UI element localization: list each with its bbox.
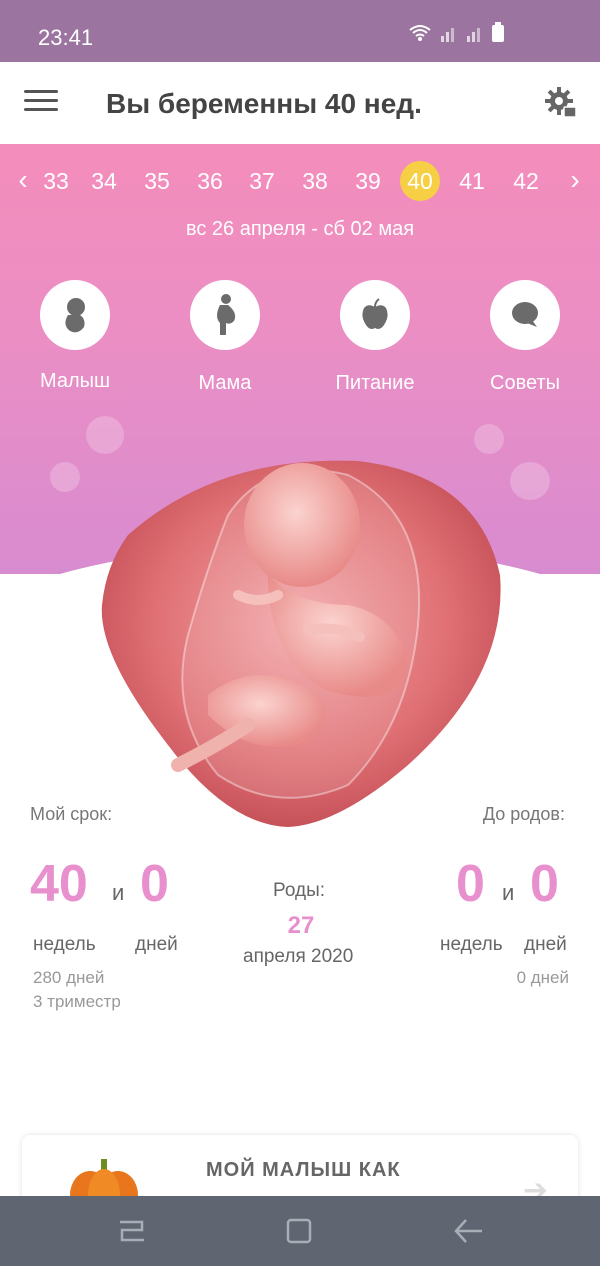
birth-month-year: апреля 2020 — [243, 946, 354, 967]
remaining-title: До родов: — [482, 804, 565, 824]
back-button[interactable] — [448, 1216, 488, 1246]
decorative-bubble — [86, 416, 124, 454]
page-title: Вы беременны 40 нед. — [106, 88, 422, 119]
battery-icon — [492, 22, 504, 42]
term-weeks-value: 40 — [30, 855, 88, 913]
gear-icon — [545, 87, 577, 118]
baby-icon — [65, 298, 85, 333]
system-nav-bar — [0, 1196, 600, 1266]
week-item[interactable]: 36 — [190, 164, 230, 200]
fetus-illustration — [98, 455, 504, 827]
term-days-value: 0 — [140, 855, 169, 913]
home-icon — [286, 1218, 312, 1244]
decorative-bubble — [510, 462, 550, 500]
term-total-days: 280 дней — [33, 968, 105, 987]
back-icon — [454, 1219, 482, 1243]
week-item[interactable]: 38 — [295, 164, 335, 200]
recent-apps-button[interactable] — [112, 1216, 152, 1246]
menu-icon — [24, 90, 58, 93]
feature-baby-button[interactable]: Малыш — [20, 280, 130, 393]
week-item[interactable]: 37 — [242, 164, 282, 200]
remaining-total-days: 0 дней — [516, 968, 569, 987]
status-time: 23:41 — [38, 25, 94, 50]
week-selector: ‹ 33 34 35 36 37 38 39 40 41 42 › — [0, 161, 600, 201]
speech-bubble-icon — [512, 302, 538, 327]
recent-apps-icon — [120, 1220, 144, 1242]
week-date-range: вс 26 апреля - сб 02 мая — [185, 218, 415, 240]
decorative-bubble — [474, 424, 504, 454]
pregnant-woman-icon — [217, 294, 236, 335]
feature-baby-label: Малыш — [39, 370, 111, 392]
decorative-bubble — [50, 462, 80, 492]
feature-nutrition-label: Питание — [335, 372, 415, 394]
week-item[interactable]: 39 — [348, 164, 388, 200]
home-button[interactable] — [280, 1216, 320, 1246]
app-bar: Вы беременны 40 нед. — [0, 62, 600, 144]
status-bar: 23:41 — [0, 0, 600, 62]
term-and: и — [112, 880, 125, 905]
feature-tips-label: Советы — [490, 372, 560, 394]
birth-day-value: 27 — [287, 912, 315, 939]
chevron-left-icon[interactable]: ‹ — [8, 164, 38, 198]
week-item[interactable]: 33 — [36, 164, 76, 200]
birth-title: Роды: — [273, 880, 326, 901]
chevron-right-icon[interactable]: › — [560, 164, 590, 198]
remaining-days-label: дней — [524, 934, 567, 955]
my-term-title: Мой срок: — [30, 804, 113, 824]
signal-icon — [441, 28, 454, 42]
apple-icon — [362, 298, 388, 329]
week-item[interactable]: 35 — [137, 164, 177, 200]
card-title: МОЙ МАЛЫШ КАК — [206, 1159, 401, 1181]
signal-icon-2 — [467, 28, 480, 42]
week-item-selected[interactable]: 40 — [400, 161, 440, 201]
remaining-days-value: 0 — [530, 855, 559, 913]
term-trimester: 3 триместр — [33, 992, 121, 1011]
term-weeks-label: недель — [33, 934, 96, 955]
term-days-label: дней — [135, 934, 178, 955]
week-item[interactable]: 42 — [506, 164, 546, 200]
feature-tips-button[interactable]: Советы — [470, 280, 580, 395]
feature-nutrition-button[interactable]: Питание — [320, 280, 430, 395]
remaining-weeks-label: недель — [440, 934, 503, 955]
remaining-weeks-value: 0 — [456, 855, 485, 913]
remaining-and: и — [502, 880, 515, 905]
feature-mom-button[interactable]: Мама — [170, 280, 280, 395]
week-item[interactable]: 41 — [452, 164, 492, 200]
menu-button[interactable] — [24, 90, 58, 118]
term-info-section: Мой срок: 40 и 0 недель дней 280 дней 3 … — [0, 800, 600, 1020]
settings-button[interactable] — [544, 86, 578, 120]
week-item[interactable]: 34 — [84, 164, 124, 200]
status-icons — [408, 22, 504, 42]
feature-mom-label: Мама — [198, 372, 252, 394]
wifi-icon — [409, 25, 431, 41]
